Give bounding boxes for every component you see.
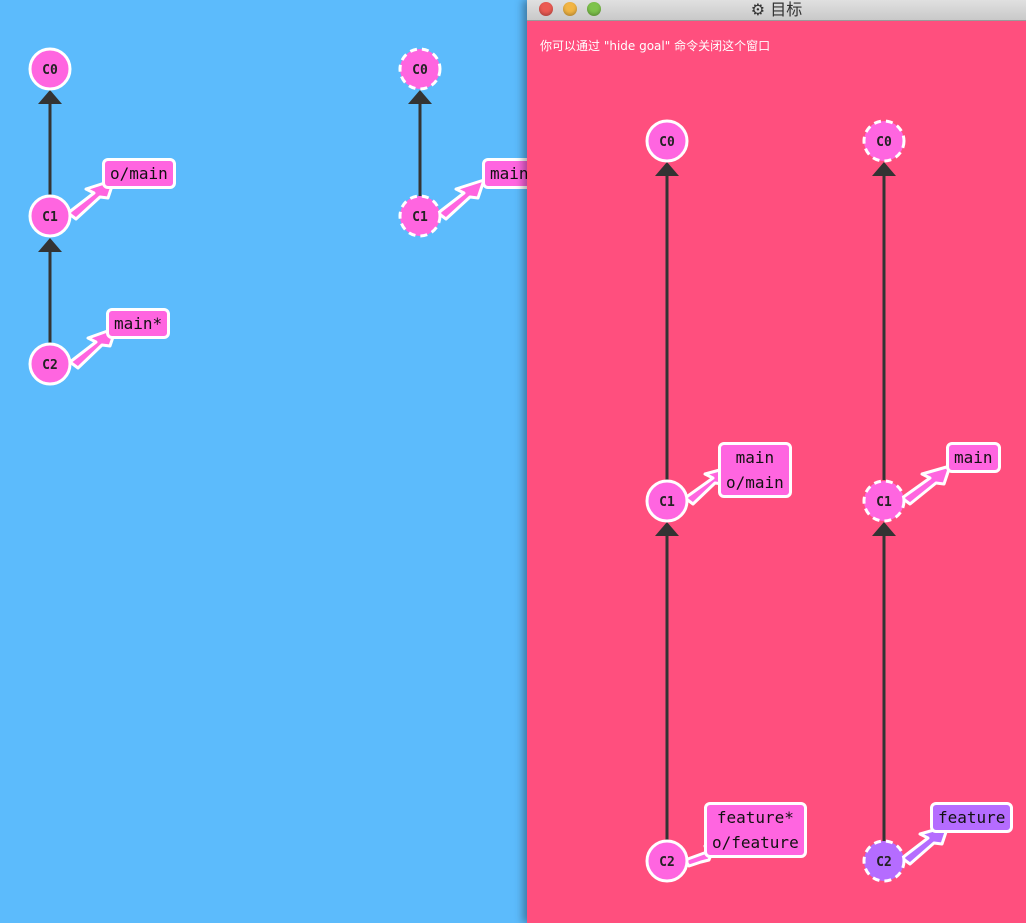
commit-label: C1 — [412, 210, 428, 225]
goal-remote-commit-node[interactable]: C2 — [862, 839, 906, 883]
commit-node[interactable]: C0 — [28, 47, 72, 91]
goal-commit-node[interactable]: C0 — [645, 119, 689, 163]
commit-label: C0 — [659, 135, 675, 150]
branch-label-text: o/main — [726, 473, 784, 492]
commit-label: C1 — [876, 495, 892, 510]
goal-branch-label-c1[interactable]: main o/main — [718, 442, 792, 498]
commit-label: C0 — [876, 135, 892, 150]
branch-label-text: o/feature — [712, 833, 799, 852]
branch-label-text: main — [735, 448, 775, 467]
commit-label: C1 — [659, 495, 675, 510]
branch-label-text: main* — [114, 314, 163, 333]
branch-label-text: o/main — [110, 164, 168, 183]
branch-arrow-goal-remote-main — [900, 464, 952, 506]
remote-commit-node[interactable]: C0 — [398, 47, 442, 91]
branch-arrow-remote-main — [436, 178, 486, 221]
goal-commit-node[interactable]: C1 — [645, 479, 689, 523]
commit-label: C2 — [659, 855, 675, 870]
commit-label: C2 — [876, 855, 892, 870]
commit-node[interactable]: C2 — [28, 342, 72, 386]
commit-label: C0 — [412, 63, 428, 78]
branch-label-text: main — [954, 448, 993, 467]
commit-node[interactable]: C1 — [28, 194, 72, 238]
remote-tree-edges — [408, 90, 432, 196]
branch-label-text: feature — [938, 808, 1006, 827]
goal-remote-commit-node[interactable]: C1 — [862, 479, 906, 523]
goal-branch-label-remote-feature[interactable]: feature — [930, 802, 1014, 833]
branch-label-text: main — [490, 164, 529, 183]
branch-label-o-main[interactable]: o/main — [102, 158, 176, 189]
commit-label: C0 — [42, 63, 58, 78]
goal-window: ⚙ 目标 你可以通过 "hide goal" 命令关闭这个窗口 C0 C1 C2… — [527, 0, 1026, 923]
commit-label: C1 — [42, 210, 58, 225]
branch-label-main[interactable]: main* — [106, 308, 171, 339]
remote-commit-node[interactable]: C1 — [398, 194, 442, 238]
goal-branch-label-c2[interactable]: feature* o/feature — [704, 802, 807, 858]
goal-remote-commit-node[interactable]: C0 — [862, 119, 906, 163]
branch-label-text: feature* — [716, 808, 794, 827]
goal-branch-label-remote-main[interactable]: main — [946, 442, 1001, 473]
commit-label: C2 — [42, 358, 58, 373]
goal-commit-node[interactable]: C2 — [645, 839, 689, 883]
